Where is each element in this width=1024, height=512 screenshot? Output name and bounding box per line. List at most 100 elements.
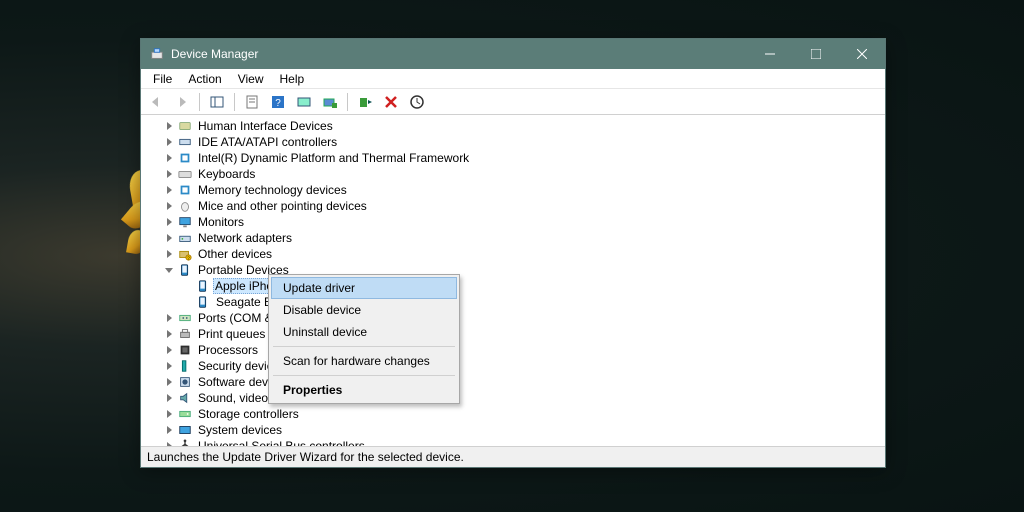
- portable-icon: [177, 262, 193, 278]
- tree-category[interactable]: Monitors: [141, 214, 885, 230]
- menu-help[interactable]: Help: [272, 69, 313, 89]
- chevron-right-icon[interactable]: [163, 120, 175, 132]
- chevron-right-icon[interactable]: [163, 344, 175, 356]
- chevron-right-icon[interactable]: [163, 200, 175, 212]
- tree-item[interactable]: Seagate E: [141, 294, 885, 310]
- ports-icon: [177, 310, 193, 326]
- statusbar-text: Launches the Update Driver Wizard for th…: [147, 450, 464, 464]
- security-icon: [177, 358, 193, 374]
- tree-category-label: Universal Serial Bus controllers: [197, 439, 366, 446]
- enable-icon[interactable]: [354, 91, 376, 113]
- tree-category-label: Processors: [197, 343, 259, 357]
- chevron-right-icon[interactable]: [163, 408, 175, 420]
- tree-category[interactable]: Sound, video: [141, 390, 885, 406]
- device-manager-window: Device Manager File Action View Help ? H…: [140, 38, 886, 468]
- content-area: Human Interface Devices IDE ATA/ATAPI con…: [141, 115, 885, 446]
- scan-hardware-icon[interactable]: [293, 91, 315, 113]
- tree-category[interactable]: Keyboards: [141, 166, 885, 182]
- context-menu-separator: [273, 375, 455, 376]
- tree-item[interactable]: Apple iPhone: [141, 278, 885, 294]
- context-menu-item[interactable]: Update driver: [271, 277, 457, 299]
- chevron-right-icon[interactable]: [163, 376, 175, 388]
- context-menu-separator: [273, 346, 455, 347]
- menu-file[interactable]: File: [145, 69, 180, 89]
- tree-category-label: Security devic: [197, 359, 274, 373]
- toolbar: ?: [141, 89, 885, 115]
- chevron-right-icon[interactable]: [163, 328, 175, 340]
- chevron-right-icon[interactable]: [163, 152, 175, 164]
- tree-category[interactable]: IDE ATA/ATAPI controllers: [141, 134, 885, 150]
- help-icon[interactable]: ?: [267, 91, 289, 113]
- tree-category[interactable]: Ports (COM &: [141, 310, 885, 326]
- keyboard-icon: [177, 166, 193, 182]
- chevron-down-icon[interactable]: [163, 264, 175, 276]
- chip-icon: [177, 182, 193, 198]
- chevron-right-icon[interactable]: [163, 312, 175, 324]
- titlebar[interactable]: Device Manager: [141, 39, 885, 69]
- app-icon: [149, 46, 165, 62]
- tree-category-label: Ports (COM &: [197, 311, 274, 325]
- close-button[interactable]: [839, 39, 885, 69]
- software-icon: [177, 374, 193, 390]
- chevron-right-icon[interactable]: [163, 184, 175, 196]
- tree-category[interactable]: Processors: [141, 342, 885, 358]
- chevron-right-icon[interactable]: [163, 168, 175, 180]
- minimize-button[interactable]: [747, 39, 793, 69]
- chevron-right-icon[interactable]: [163, 392, 175, 404]
- context-menu-item[interactable]: Scan for hardware changes: [271, 350, 457, 372]
- tree-category-label: Keyboards: [197, 167, 256, 181]
- window-title: Device Manager: [171, 47, 258, 61]
- tree-category[interactable]: Security devic: [141, 358, 885, 374]
- tree-category[interactable]: Universal Serial Bus controllers: [141, 438, 885, 446]
- context-menu-item[interactable]: Properties: [271, 379, 457, 401]
- mouse-icon: [177, 198, 193, 214]
- chevron-right-icon[interactable]: [163, 248, 175, 260]
- tree-category[interactable]: Mice and other pointing devices: [141, 198, 885, 214]
- tree-category-label: Sound, video: [197, 391, 269, 405]
- uninstall-icon[interactable]: [380, 91, 402, 113]
- action-icon[interactable]: [406, 91, 428, 113]
- tree-category[interactable]: Memory technology devices: [141, 182, 885, 198]
- tree-category[interactable]: Network adapters: [141, 230, 885, 246]
- toolbar-separator: [199, 93, 200, 111]
- tree-category[interactable]: Software devi: [141, 374, 885, 390]
- menubar: File Action View Help: [141, 69, 885, 89]
- back-icon[interactable]: [145, 91, 167, 113]
- context-menu-item[interactable]: Disable device: [271, 299, 457, 321]
- toolbar-separator: [234, 93, 235, 111]
- toolbar-separator: [347, 93, 348, 111]
- chevron-right-icon[interactable]: [163, 360, 175, 372]
- tree-category[interactable]: Storage controllers: [141, 406, 885, 422]
- show-hide-tree-icon[interactable]: [206, 91, 228, 113]
- menu-view[interactable]: View: [230, 69, 272, 89]
- chevron-right-icon[interactable]: [163, 136, 175, 148]
- chevron-right-icon[interactable]: [163, 424, 175, 436]
- tree-category[interactable]: Human Interface Devices: [141, 118, 885, 134]
- tree-category-label: System devices: [197, 423, 283, 437]
- tree-category-label: Software devi: [197, 375, 272, 389]
- tree-category-label: Human Interface Devices: [197, 119, 334, 133]
- tree-category[interactable]: ? Other devices: [141, 246, 885, 262]
- printer-icon: [177, 326, 193, 342]
- tree-category[interactable]: Print queues: [141, 326, 885, 342]
- device-tree[interactable]: Human Interface Devices IDE ATA/ATAPI con…: [141, 116, 885, 446]
- tree-item-label: Seagate E: [215, 295, 273, 309]
- properties-icon[interactable]: [241, 91, 263, 113]
- tree-category-label: Other devices: [197, 247, 273, 261]
- svg-text:?: ?: [275, 98, 281, 109]
- update-driver-icon[interactable]: [319, 91, 341, 113]
- maximize-button[interactable]: [793, 39, 839, 69]
- context-menu-item[interactable]: Uninstall device: [271, 321, 457, 343]
- chevron-right-icon[interactable]: [163, 216, 175, 228]
- chevron-right-icon[interactable]: [163, 232, 175, 244]
- tree-category[interactable]: Intel(R) Dynamic Platform and Thermal Fr…: [141, 150, 885, 166]
- menu-action[interactable]: Action: [180, 69, 229, 89]
- statusbar: Launches the Update Driver Wizard for th…: [141, 446, 885, 467]
- other-icon: ?: [177, 246, 193, 262]
- cpu-icon: [177, 342, 193, 358]
- tree-category-label: IDE ATA/ATAPI controllers: [197, 135, 338, 149]
- tree-category[interactable]: System devices: [141, 422, 885, 438]
- tree-category[interactable]: Portable Devices: [141, 262, 885, 278]
- chevron-right-icon[interactable]: [163, 440, 175, 446]
- forward-icon[interactable]: [171, 91, 193, 113]
